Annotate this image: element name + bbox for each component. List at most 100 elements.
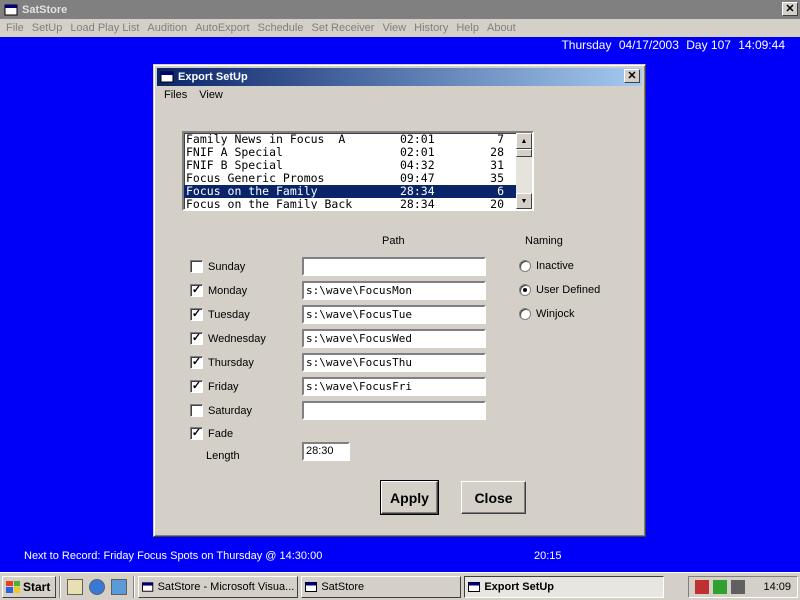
day-checkbox[interactable]: ✓ xyxy=(190,380,203,393)
menu-setup[interactable]: SetUp xyxy=(28,22,67,34)
day-number: Day 107 xyxy=(686,38,731,52)
taskbar-button-label: Export SetUp xyxy=(484,580,555,593)
menu-about[interactable]: About xyxy=(483,22,520,34)
naming-radio[interactable] xyxy=(519,260,531,272)
taskbar-button-label: SatStore - Microsoft Visua... xyxy=(157,580,295,593)
naming-header: Naming xyxy=(525,235,563,247)
taskbar-button[interactable]: SatStore xyxy=(301,575,462,598)
app-icon xyxy=(4,4,18,15)
fade-checkbox-row[interactable]: ✓ Fade xyxy=(190,427,233,440)
program-listbox[interactable]: Family News in Focus A 02:01 7 FNIF A Speci… xyxy=(182,131,534,211)
day-label: Sunday xyxy=(208,260,246,273)
path-input-sunday[interactable] xyxy=(302,257,486,276)
close-button[interactable]: Close xyxy=(461,481,526,514)
dialog-menu-files[interactable]: Files xyxy=(164,89,187,101)
list-item[interactable]: Focus on the Family Back 28:34 20 xyxy=(184,198,518,210)
scroll-down-button[interactable]: ▼ xyxy=(516,193,532,209)
naming-radio[interactable] xyxy=(519,308,531,320)
taskbar-button[interactable]: Export SetUp xyxy=(464,575,665,598)
scroll-thumb[interactable] xyxy=(516,149,532,157)
show-desktop-icon[interactable] xyxy=(67,578,84,595)
datetime-display: Thursday 04/17/2003 Day 107 14:09:44 xyxy=(557,38,785,52)
dialog-menu-view[interactable]: View xyxy=(199,89,223,101)
dialog-title: Export SetUp xyxy=(178,71,248,83)
taskbar-button[interactable]: SatStore - Microsoft Visua... xyxy=(138,575,299,598)
list-item[interactable]: Family News in Focus A 02:01 7 xyxy=(184,133,518,146)
path-input-monday[interactable]: s:\wave\FocusMon xyxy=(302,281,486,300)
menu-autoexport[interactable]: AutoExport xyxy=(191,22,253,34)
length-input[interactable]: 28:30 xyxy=(302,442,350,461)
naming-radio-row[interactable]: Inactive xyxy=(519,260,574,272)
app-close-button[interactable]: ✕ xyxy=(782,2,798,16)
start-label: Start xyxy=(23,579,51,594)
day-checkbox[interactable] xyxy=(190,260,203,273)
check-icon: ✓ xyxy=(191,332,202,344)
program-name: FNIF A Special xyxy=(186,146,283,159)
naming-radio-row[interactable]: User Defined xyxy=(519,284,600,296)
fade-label: Fade xyxy=(208,427,234,440)
menu-view[interactable]: View xyxy=(378,22,410,34)
naming-label: Winjock xyxy=(536,308,575,320)
path-input-saturday[interactable] xyxy=(302,401,486,420)
day-checkbox[interactable]: ✓ xyxy=(190,308,203,321)
menu-set-receiver[interactable]: Set Receiver xyxy=(307,22,378,34)
dialog-close-button[interactable]: ✕ xyxy=(624,69,640,83)
day-checkbox[interactable]: ✓ xyxy=(190,284,203,297)
scroll-up-button[interactable]: ▲ xyxy=(516,133,532,149)
day-checkbox[interactable]: ✓ xyxy=(190,332,203,345)
list-item[interactable]: Focus Generic Promos 09:47 35 xyxy=(184,172,518,185)
day-checkbox-row-thursday[interactable]: ✓ Thursday xyxy=(190,356,254,369)
listbox-scrollbar[interactable]: ▲ ▼ xyxy=(516,133,532,209)
day-checkbox-row-tuesday[interactable]: ✓ Tuesday xyxy=(190,308,250,321)
menu-schedule[interactable]: Schedule xyxy=(254,22,308,34)
start-button[interactable]: Start xyxy=(2,575,57,598)
fade-checkbox[interactable]: ✓ xyxy=(190,427,203,440)
day-checkbox-row-monday[interactable]: ✓ Monday xyxy=(190,284,247,297)
check-icon: ✓ xyxy=(191,427,202,439)
next-to-record-status: Next to Record: Friday Focus Spots on Th… xyxy=(24,550,323,562)
day-checkbox-row-wednesday[interactable]: ✓ Wednesday xyxy=(190,332,266,345)
app-title: SatStore xyxy=(22,3,68,16)
day-checkbox[interactable]: ✓ xyxy=(190,356,203,369)
path-input-tuesday[interactable]: s:\wave\FocusTue xyxy=(302,305,486,324)
day-checkbox-row-sunday[interactable]: Sunday xyxy=(190,260,245,273)
menu-load-play-list[interactable]: Load Play List xyxy=(66,22,143,34)
path-input-thursday[interactable]: s:\wave\FocusThu xyxy=(302,353,486,372)
day-checkbox-row-friday[interactable]: ✓ Friday xyxy=(190,380,239,393)
time: 14:09:44 xyxy=(738,38,785,52)
menu-history[interactable]: History xyxy=(410,22,452,34)
menu-help[interactable]: Help xyxy=(452,22,483,34)
tray-clock: 14:09 xyxy=(763,580,791,593)
internet-explorer-icon[interactable] xyxy=(89,578,106,595)
naming-radio[interactable] xyxy=(519,284,531,296)
check-icon: ✓ xyxy=(191,356,202,368)
path-input-wednesday[interactable]: s:\wave\FocusWed xyxy=(302,329,486,348)
dialog-titlebar[interactable]: Export SetUp ✕ xyxy=(157,68,642,86)
window-icon xyxy=(142,581,154,592)
countdown-time: 20:15 xyxy=(534,550,562,562)
app-titlebar[interactable]: SatStore ✕ xyxy=(0,0,800,19)
day-label: Wednesday xyxy=(208,332,266,345)
weekday: Thursday xyxy=(561,38,612,52)
naming-radio-row[interactable]: Winjock xyxy=(519,308,575,320)
list-item[interactable]: FNIF A Special 02:01 28 xyxy=(184,146,518,159)
day-checkbox[interactable] xyxy=(190,404,203,417)
path-input-friday[interactable]: s:\wave\FocusFri xyxy=(302,377,486,396)
apply-button[interactable]: Apply xyxy=(380,480,439,515)
day-label: Saturday xyxy=(208,404,253,417)
arrow-up-icon: ▲ xyxy=(520,137,528,145)
network-icon[interactable] xyxy=(713,579,727,594)
dialog-icon xyxy=(160,71,174,83)
monitor-icon[interactable] xyxy=(731,579,745,594)
list-item[interactable]: FNIF B Special 04:32 31 xyxy=(184,159,518,172)
day-label: Friday xyxy=(208,380,239,393)
outlook-icon[interactable] xyxy=(111,578,128,595)
day-label: Tuesday xyxy=(208,308,250,321)
audio-meter-icon[interactable] xyxy=(695,579,709,594)
close-icon: ✕ xyxy=(785,2,795,15)
day-checkbox-row-saturday[interactable]: Saturday xyxy=(190,404,252,417)
menu-audition[interactable]: Audition xyxy=(143,22,191,34)
list-item[interactable]: Focus on the Family 28:34 6 xyxy=(184,185,518,198)
menu-file[interactable]: File xyxy=(2,22,28,34)
taskbar-button-label: SatStore xyxy=(321,580,365,593)
